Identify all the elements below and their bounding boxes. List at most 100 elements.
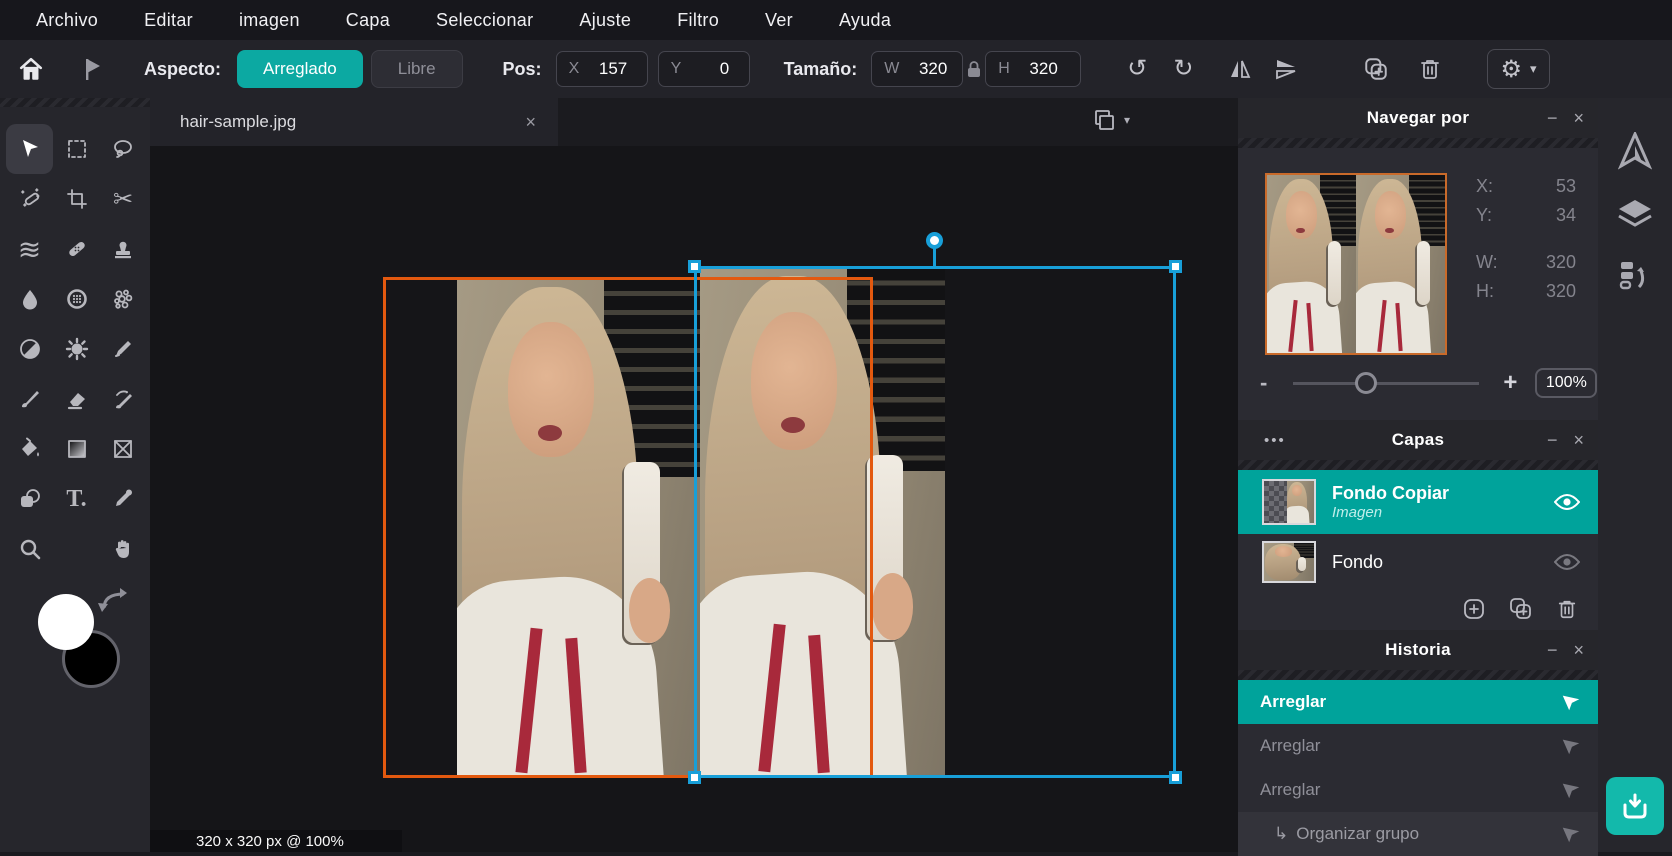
size-h-field[interactable]: H 320: [985, 51, 1081, 87]
tool-clone-stamp[interactable]: [100, 224, 146, 274]
tool-paint-bucket[interactable]: [6, 424, 53, 474]
selection-handle-bottom-left[interactable]: [688, 771, 701, 784]
selection-handle-top-left[interactable]: [688, 260, 701, 273]
duplicate-layer-icon[interactable]: [1508, 597, 1534, 621]
window-layout-control[interactable]: ▾: [1092, 108, 1130, 132]
selection-box[interactable]: [694, 266, 1176, 778]
aspect-free-button[interactable]: Libre: [371, 50, 463, 88]
tool-magic-wand[interactable]: [6, 174, 53, 224]
menu-ver[interactable]: Ver: [765, 10, 793, 31]
panel-icon-strip: [1598, 98, 1672, 852]
aspect-fixed-button[interactable]: Arreglado: [237, 50, 363, 88]
menu-archivo[interactable]: Archivo: [36, 10, 98, 31]
menu-filtro[interactable]: Filtro: [677, 10, 719, 31]
canvas-viewport[interactable]: 320 x 320 px @ 100%: [150, 146, 1238, 852]
history-panel-icon[interactable]: [1616, 256, 1654, 294]
pointer-flag-icon[interactable]: [76, 52, 110, 86]
menu-ajuste[interactable]: Ajuste: [579, 10, 631, 31]
redo-icon[interactable]: ↻: [1173, 57, 1193, 81]
nav-h-value: 320: [1546, 281, 1576, 302]
zoom-slider-thumb[interactable]: [1355, 372, 1377, 394]
tab-close-icon[interactable]: ×: [525, 112, 536, 133]
nav-y-label: Y:: [1476, 205, 1492, 226]
history-close-button[interactable]: ×: [1573, 640, 1584, 661]
tool-move[interactable]: [6, 124, 53, 174]
pos-x-field[interactable]: X 157: [556, 51, 648, 87]
menu-imagen[interactable]: imagen: [239, 10, 300, 31]
nav-y-value: 34: [1556, 205, 1576, 226]
tool-blur-drop[interactable]: [6, 274, 53, 324]
history-item-label: Arreglar: [1260, 780, 1560, 800]
history-item[interactable]: Arreglar: [1238, 768, 1598, 812]
menu-seleccionar[interactable]: Seleccionar: [436, 10, 533, 31]
layer-visibility-eye-icon[interactable]: [1554, 553, 1580, 571]
zoom-slider-track[interactable]: [1293, 382, 1479, 385]
selection-handle-top-right[interactable]: [1169, 260, 1182, 273]
history-minimize-button[interactable]: −: [1547, 640, 1558, 661]
undo-icon[interactable]: ↺: [1127, 57, 1147, 81]
download-button[interactable]: [1606, 777, 1664, 835]
tool-zoom[interactable]: [6, 524, 53, 574]
selection-handle-bottom-right[interactable]: [1169, 771, 1182, 784]
document-tab[interactable]: hair-sample.jpg ×: [150, 98, 558, 146]
tool-distort[interactable]: [100, 424, 146, 474]
history-item-current[interactable]: Arreglar: [1238, 680, 1598, 724]
tool-eyedropper[interactable]: [100, 474, 146, 524]
tool-eraser[interactable]: [53, 374, 100, 424]
layers-minimize-button[interactable]: −: [1547, 430, 1558, 451]
navigator-panel-icon[interactable]: [1616, 132, 1654, 170]
delete-icon[interactable]: [1413, 52, 1447, 86]
panel-hatch: [1238, 138, 1598, 148]
history-panel: Historia − × Arreglar Arreglar Arreglar …: [1238, 630, 1598, 856]
home-icon[interactable]: [14, 52, 48, 86]
tool-hand[interactable]: [100, 524, 146, 574]
duplicate-icon[interactable]: [1359, 52, 1393, 86]
tool-liquify[interactable]: ≋: [6, 224, 53, 274]
delete-layer-icon[interactable]: [1556, 597, 1578, 621]
menu-editar[interactable]: Editar: [144, 10, 193, 31]
tool-crop[interactable]: [53, 174, 100, 224]
layers-close-button[interactable]: ×: [1573, 430, 1584, 451]
tool-text[interactable]: T.: [53, 474, 100, 524]
menu-ayuda[interactable]: Ayuda: [839, 10, 891, 31]
navigator-info: X:53 Y:34 W:320 H:320: [1476, 176, 1576, 310]
history-item[interactable]: Arreglar: [1238, 724, 1598, 768]
pos-y-field[interactable]: Y 0: [658, 51, 750, 87]
history-item-label: Arreglar: [1260, 736, 1560, 756]
add-layer-icon[interactable]: [1462, 597, 1486, 621]
layer-visibility-eye-icon[interactable]: [1554, 493, 1580, 511]
navigator-minimize-button[interactable]: −: [1547, 108, 1558, 129]
menu-capa[interactable]: Capa: [346, 10, 390, 31]
tool-heal[interactable]: [53, 224, 100, 274]
navigator-close-button[interactable]: ×: [1573, 108, 1584, 129]
foreground-color-swatch[interactable]: [38, 594, 94, 650]
layer-row-fondo[interactable]: Fondo: [1238, 534, 1598, 590]
tool-pen[interactable]: [100, 324, 146, 374]
tool-rect-select[interactable]: [53, 124, 100, 174]
history-item-group[interactable]: ↳ Organizar grupo: [1238, 812, 1598, 856]
rotation-handle[interactable]: [926, 232, 943, 249]
tool-scissors[interactable]: ✂: [100, 174, 146, 224]
layers-menu-icon[interactable]: •••: [1264, 432, 1286, 449]
lock-aspect-icon[interactable]: [963, 52, 985, 86]
layer-row-fondo-copiar[interactable]: Fondo Copiar Imagen: [1238, 470, 1598, 534]
tool-smudge[interactable]: [53, 274, 100, 324]
tool-sharpen-sun[interactable]: [53, 324, 100, 374]
tool-pixelate[interactable]: [100, 274, 146, 324]
tool-shape[interactable]: [6, 474, 53, 524]
tool-brush[interactable]: [6, 374, 53, 424]
zoom-in-button[interactable]: +: [1503, 369, 1517, 397]
flip-vertical-icon[interactable]: [1269, 52, 1303, 86]
tool-gradient[interactable]: [53, 424, 100, 474]
tool-lasso[interactable]: [100, 124, 146, 174]
settings-dropdown-button[interactable]: ⚙ ▾: [1487, 49, 1549, 89]
zoom-value-box[interactable]: 100%: [1535, 368, 1597, 398]
tool-mixer-brush[interactable]: [100, 374, 146, 424]
tool-dodge-burn[interactable]: [6, 324, 53, 374]
flip-horizontal-icon[interactable]: [1223, 52, 1257, 86]
layers-panel-icon[interactable]: [1616, 194, 1654, 232]
swap-colors-icon[interactable]: [98, 586, 132, 616]
size-w-field[interactable]: W 320: [871, 51, 963, 87]
zoom-out-button[interactable]: -: [1260, 370, 1267, 396]
navigator-thumbnail[interactable]: [1265, 173, 1447, 355]
